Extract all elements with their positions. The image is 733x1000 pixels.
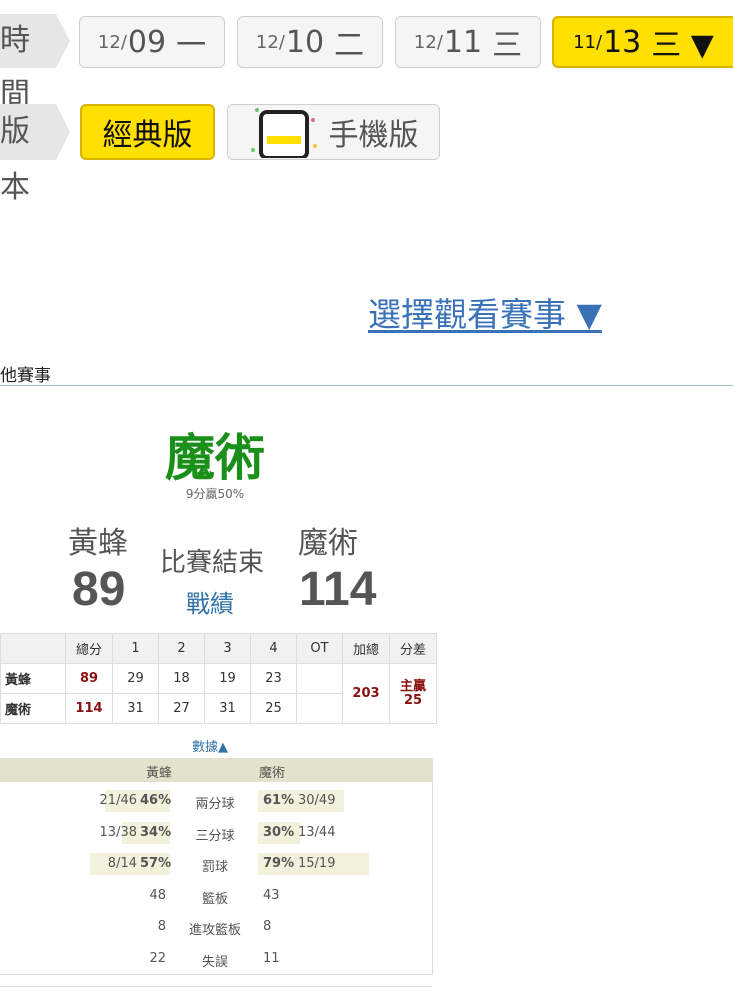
- quarter-cell: 19: [204, 663, 251, 694]
- date-tab-1210[interactable]: 12/ 10 二: [237, 16, 383, 68]
- game-status: 比賽結束: [160, 548, 265, 578]
- winner-team: 魔術: [165, 429, 265, 487]
- date-weekday: 二: [334, 28, 365, 63]
- total-cell: 114: [65, 693, 113, 724]
- section-title: 他賽事: [0, 366, 51, 386]
- table-header-cell: 總分: [65, 633, 113, 664]
- diff-label: 主贏: [399, 678, 426, 694]
- away-team-name: 黃蜂: [68, 526, 128, 561]
- select-game-link[interactable]: 選擇觀看賽事 ▼: [368, 288, 602, 336]
- team-cell: 魔術: [0, 693, 66, 724]
- winner-subtitle: 9分贏50%: [185, 487, 245, 501]
- quarter-cell: 31: [204, 693, 251, 724]
- table-header-cell: [0, 633, 66, 664]
- quarter-cell: 27: [158, 693, 205, 724]
- stats-away-team: 黃蜂: [146, 766, 173, 781]
- table-header-cell: 1: [112, 633, 159, 664]
- table-header-cell: 4: [250, 633, 297, 664]
- mobile-version-label: 手機版: [328, 118, 419, 153]
- quarter-score-table: 總分 1 2 3 4 OT 加總 分差 黃蜂 89 29 18 19 23 20…: [0, 633, 437, 724]
- quarter-cell: 18: [158, 663, 205, 694]
- team-cell: 黃蜂: [0, 663, 66, 694]
- version-row-label: 版本: [0, 104, 70, 205]
- stats-header: 黃蜂 魔術: [0, 758, 433, 782]
- data-toggle-link[interactable]: 數據▲: [192, 736, 228, 755]
- date-row-label-text: 時間: [0, 23, 30, 112]
- date-weekday: 三 ▼: [651, 28, 714, 63]
- row-arrow: [56, 14, 70, 68]
- classic-version-label: 經典版: [102, 118, 193, 153]
- date-month: 11/: [573, 31, 603, 53]
- table-header-cell: OT: [296, 633, 343, 664]
- mobile-version-button[interactable]: 手機版: [227, 104, 440, 160]
- diff-cell: 主贏 25: [389, 663, 437, 724]
- quarter-cell: 23: [250, 663, 297, 694]
- quarter-cell: 25: [250, 693, 297, 724]
- date-row-label: 時間: [0, 14, 70, 112]
- home-team-name: 魔術: [298, 526, 358, 561]
- row-arrow: [56, 104, 70, 160]
- date-tab-1211[interactable]: 12/ 11 三: [395, 16, 541, 68]
- away-score: 89: [72, 563, 126, 616]
- section-divider: [0, 385, 733, 386]
- date-day: 11: [443, 24, 483, 60]
- home-score: 114: [299, 563, 377, 616]
- date-day: 09: [127, 24, 167, 60]
- version-row-label-text: 版本: [0, 114, 30, 205]
- quarter-cell: 29: [112, 663, 159, 694]
- stat-label: 三分球: [195, 829, 235, 844]
- date-tab-1209[interactable]: 12/ 09 一: [79, 16, 225, 68]
- stats-home-team: 魔術: [259, 766, 286, 781]
- sum-cell: 203: [342, 663, 390, 724]
- table-header-row: 總分 1 2 3 4 OT 加總 分差: [0, 633, 437, 664]
- phone-icon: [250, 108, 317, 158]
- total-cell: 89: [65, 663, 113, 694]
- diff-value: 25: [403, 692, 423, 708]
- date-tab-1113-active[interactable]: 11/ 13 三 ▼: [552, 16, 733, 68]
- ot-cell: [296, 693, 343, 724]
- quarter-cell: 31: [112, 693, 159, 724]
- bottom-divider: [0, 986, 432, 987]
- table-header-cell: 3: [204, 633, 251, 664]
- classic-version-button[interactable]: 經典版: [80, 104, 215, 160]
- stat-label: 失誤: [201, 955, 228, 970]
- date-weekday: 一: [176, 28, 207, 63]
- ot-cell: [296, 663, 343, 694]
- date-weekday: 三: [492, 28, 523, 63]
- table-header-cell: 2: [158, 633, 205, 664]
- table-header-cell: 分差: [389, 633, 437, 664]
- date-month: 12/: [413, 31, 443, 53]
- stat-label: 罰球: [201, 860, 228, 875]
- date-day: 13: [603, 24, 642, 60]
- table-header-cell: 加總: [342, 633, 390, 664]
- date-month: 12/: [255, 31, 285, 53]
- date-month: 12/: [97, 31, 127, 53]
- table-row: 黃蜂 89 29 18 19 23 203 主贏 25: [0, 663, 437, 724]
- stat-label: 籃板: [201, 892, 228, 907]
- record-link[interactable]: 戰績: [186, 584, 234, 619]
- date-day: 10: [285, 24, 325, 60]
- stat-label: 兩分球: [195, 797, 235, 812]
- stat-label: 進攻籃板: [188, 923, 241, 938]
